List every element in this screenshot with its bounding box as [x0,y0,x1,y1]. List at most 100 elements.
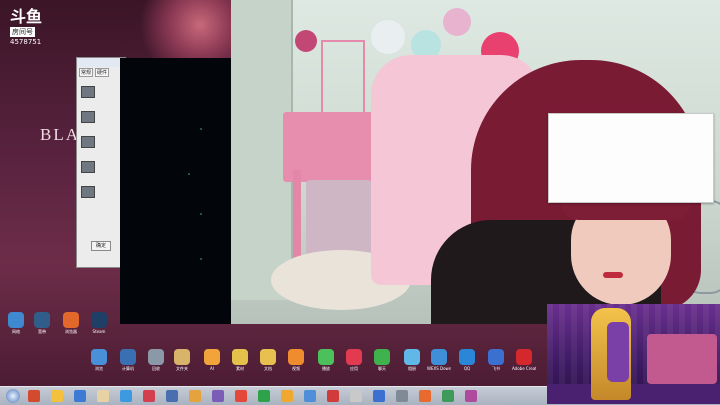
taskbar-app-icon[interactable] [189,390,201,402]
desktop-icon-label: AI [210,366,214,371]
device-icon [81,186,95,198]
dialog-device-row[interactable] [81,156,121,178]
app-icon [260,349,276,365]
desktop-icon-label: 文档 [264,366,272,371]
app-icon [516,349,532,365]
system-dialog[interactable]: 常规 硬件 确定 [76,57,126,268]
app-icon [431,349,447,365]
desktop-icon[interactable]: Adobe Creat [512,349,536,371]
taskbar-app-icon[interactable] [396,390,408,402]
taskbar-app-icon[interactable] [97,390,109,402]
device-icon [81,111,95,123]
desktop-icon[interactable]: 聊天 [370,349,394,371]
app-icon [232,349,248,365]
dialog-ok-button[interactable]: 确定 [91,241,111,251]
taskbar-app-icon[interactable] [258,390,270,402]
taskbar-app-icon[interactable] [350,390,362,402]
app-icon [459,349,475,365]
device-icon [81,161,95,173]
app-icon [404,349,420,365]
desktop-icon-label: 播放 [322,366,330,371]
wallpaper-text: BLA [40,125,80,144]
app-icon [318,349,334,365]
desktop-icon-label: 聊天 [378,366,386,371]
start-button[interactable] [6,389,20,403]
taskbar-app-icon[interactable] [327,390,339,402]
panel-dot [200,258,202,260]
desktop-icon[interactable]: 宽带 [30,312,54,334]
dialog-device-row[interactable] [81,131,121,153]
dialog-tab-hardware[interactable]: 硬件 [95,68,110,77]
taskbar-app-icon[interactable] [281,390,293,402]
desktop-icon-label: 视频 [292,366,300,371]
app-icon [34,312,50,328]
desktop-icon[interactable]: 素材 [228,349,252,371]
game-desk [647,334,717,384]
app-icon [288,349,304,365]
desktop-icon[interactable]: 相册 [400,349,424,371]
taskbar-app-icon[interactable] [212,390,224,402]
black-overlay-panel [120,58,231,324]
app-icon [120,349,136,365]
desktop-icon[interactable]: 计算机 [116,349,140,371]
desktop-icon[interactable]: 播放 [314,349,338,371]
taskbar-app-icon[interactable] [465,390,477,402]
taskbar-app-icon[interactable] [373,390,385,402]
desktop-icon[interactable]: 浏览 [87,349,111,371]
desktop-icon-label: 浏览 [95,366,103,371]
device-icon [81,86,95,98]
app-icon [346,349,362,365]
app-icon [374,349,390,365]
app-icon [91,349,107,365]
app-icon [204,349,220,365]
room-id: 4578751 [10,38,42,46]
game-character-outfit [607,322,629,382]
webcam-stool [306,180,372,260]
desktop-icon-label: 回收 [152,366,160,371]
app-icon [63,312,79,328]
desktop-icon[interactable]: 飞书 [484,349,508,371]
desktop-icon[interactable]: 回收 [144,349,168,371]
game-floor [547,384,720,404]
plush-toy [371,20,405,54]
desktop-icon-label: 文件夹 [176,366,188,371]
desktop-icon-label: 网络 [12,329,20,334]
taskbar-app-icon[interactable] [74,390,86,402]
app-icon [8,312,24,328]
desktop-icon[interactable]: QQ [455,349,479,371]
taskbar-app-icon[interactable] [304,390,316,402]
desktop-icon-label: WEXS Download [427,366,451,371]
desktop-icon-label: 宽带 [38,329,46,334]
desktop-icon[interactable]: 视频 [284,349,308,371]
desktop-icon[interactable]: 应用 [342,349,366,371]
taskbar-app-icon[interactable] [120,390,132,402]
desktop-icon-label: Adobe Creat [512,366,536,371]
taskbar-app-icon[interactable] [143,390,155,402]
desktop-icon-label: 飞书 [492,366,500,371]
webcam-shelf [321,40,365,114]
desktop-icon[interactable]: 文件夹 [170,349,194,371]
dialog-device-row[interactable] [81,81,121,103]
dialog-titlebar[interactable] [77,58,125,67]
game-overlay-thumbnail [547,304,720,404]
dialog-device-row[interactable] [81,181,121,203]
desktop-icon-label: 素材 [236,366,244,371]
taskbar-app-icon[interactable] [419,390,431,402]
desktop-icon[interactable]: AI [200,349,224,371]
desktop-icon-label: 浏览器 [65,329,77,334]
desktop-icon[interactable]: 文档 [256,349,280,371]
app-icon [488,349,504,365]
taskbar-app-icon[interactable] [442,390,454,402]
dialog-device-row[interactable] [81,106,121,128]
taskbar-app-icon[interactable] [235,390,247,402]
app-icon [148,349,164,365]
taskbar-app-icon[interactable] [166,390,178,402]
desktop-icon[interactable]: 网络 [4,312,28,334]
desktop-icon[interactable]: Steam [87,312,111,334]
taskbar-app-icon[interactable] [51,390,63,402]
dialog-tab-general[interactable]: 常规 [79,68,94,77]
taskbar-app-icon[interactable] [28,390,40,402]
desktop-icon-label: 计算机 [122,366,134,371]
desktop-icon[interactable]: WEXS Download [427,349,451,371]
desktop-icon[interactable]: 浏览器 [59,312,83,334]
